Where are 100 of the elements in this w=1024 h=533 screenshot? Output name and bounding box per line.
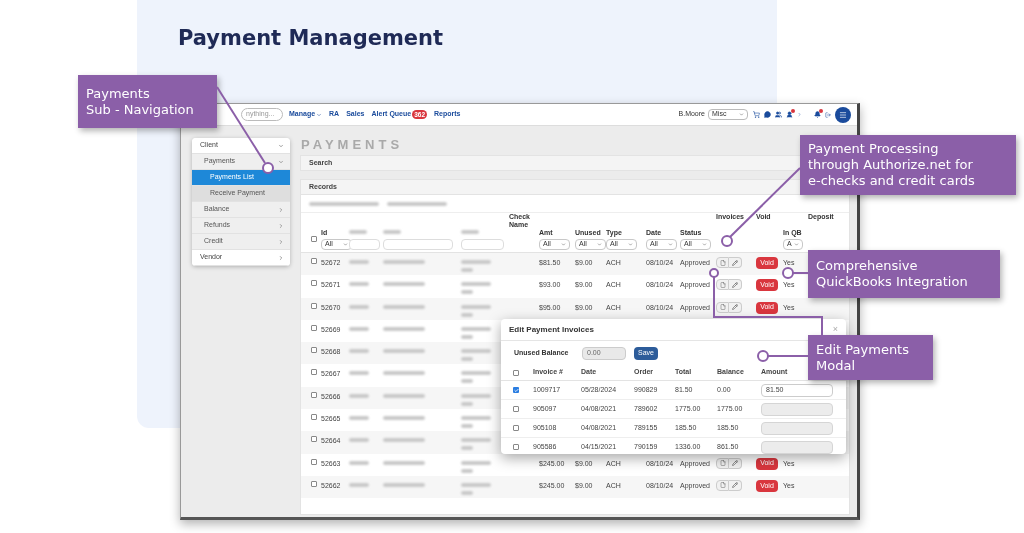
redacted-text [461,460,491,465]
checkbox[interactable] [311,414,317,421]
redacted-text [383,326,425,331]
edit-invoice-button[interactable] [729,279,742,291]
redacted-text [383,416,425,421]
pencil-icon [732,281,738,288]
redacted-text [383,438,425,443]
redacted-text [349,460,369,465]
redacted-text [349,282,369,287]
chat-icon[interactable] [764,111,771,118]
caret-icon [702,242,707,247]
checkbox[interactable] [311,480,317,487]
caret-icon [278,222,284,229]
redacted-text [383,282,425,287]
checkbox[interactable] [513,444,519,450]
redacted-text [461,446,473,451]
amount-field[interactable] [761,402,833,416]
caret-icon [628,242,633,247]
document-icon [719,259,726,266]
amount-field[interactable] [761,440,833,454]
pencil-icon [732,304,738,311]
redacted-text [461,379,473,384]
check-icon [513,387,519,393]
caret-icon [668,242,673,247]
checkbox[interactable] [513,425,519,431]
document-icon [719,304,726,311]
checkbox[interactable] [311,347,317,354]
view-invoice-button[interactable] [716,479,729,491]
redacted-text [383,482,425,487]
redacted-text [349,304,369,309]
redacted-text [461,424,473,429]
redacted-text [461,401,473,406]
redacted-text [461,268,473,272]
checkbox[interactable] [513,406,519,412]
redacted-text [383,260,425,264]
redacted-text [387,201,447,206]
checkbox[interactable] [311,324,317,331]
caret-icon [343,242,348,247]
redacted-text [461,312,473,317]
caret-icon [797,112,802,117]
view-invoice-button[interactable] [716,257,729,268]
redacted-text [461,371,491,376]
callout-box: Comprehensive QuickBooks Integration [808,250,1000,298]
users-icon[interactable] [775,111,782,118]
caret-icon [278,206,284,213]
caret-icon [561,242,566,247]
redacted-text [383,371,425,376]
edit-invoice-button[interactable] [729,257,742,268]
amount-field[interactable] [761,421,833,435]
callout-box: Edit Payments Modal [808,335,933,380]
document-icon [719,281,726,288]
checkbox[interactable] [311,391,317,398]
bell-icon[interactable] [814,111,821,118]
menu-button[interactable] [835,106,851,123]
edit-invoice-button[interactable] [729,301,742,313]
redacted-text [461,438,491,443]
redacted-text [461,416,491,421]
redacted-text [461,230,479,234]
redacted-text [461,468,473,473]
checkbox[interactable] [311,280,317,287]
checkbox[interactable] [311,258,317,264]
callout-box: Payments Sub - Navigation [78,75,217,128]
redacted-text [349,230,367,234]
redacted-text [349,438,369,443]
redacted-text [461,326,491,331]
caret-icon [278,254,284,261]
redacted-text [461,290,473,295]
caret-icon [794,242,799,247]
modal-title: Edit Payment Invoices [509,323,594,336]
checkbox[interactable] [311,458,317,465]
logout-icon[interactable] [825,111,831,118]
redacted-text [461,490,473,495]
redacted-text [349,326,369,331]
redacted-text [461,482,491,487]
edit-invoice-button[interactable] [729,457,742,469]
redacted-text [309,201,379,206]
page-title: Payment Management [178,25,445,52]
caret-icon [278,142,284,149]
redacted-text [349,371,369,376]
view-invoice-button[interactable] [716,301,729,313]
redacted-text [383,460,425,465]
redacted-text [349,260,369,264]
cart-icon[interactable] [753,111,760,118]
document-icon [719,460,726,467]
pencil-icon [732,482,738,489]
pencil-icon [732,259,738,266]
checkbox[interactable] [311,236,317,242]
view-invoice-button[interactable] [716,457,729,469]
redacted-text [461,334,473,339]
leader-line [757,350,809,362]
checkbox[interactable] [311,436,317,443]
user-icon[interactable] [786,111,793,118]
checkbox[interactable] [311,302,317,309]
view-invoice-button[interactable] [716,279,729,291]
checkbox[interactable] [513,369,519,376]
edit-invoice-button[interactable] [729,479,742,491]
caret-icon [278,158,284,165]
caret-icon [739,112,744,117]
caret-icon [316,111,323,118]
checkbox[interactable] [311,369,317,376]
